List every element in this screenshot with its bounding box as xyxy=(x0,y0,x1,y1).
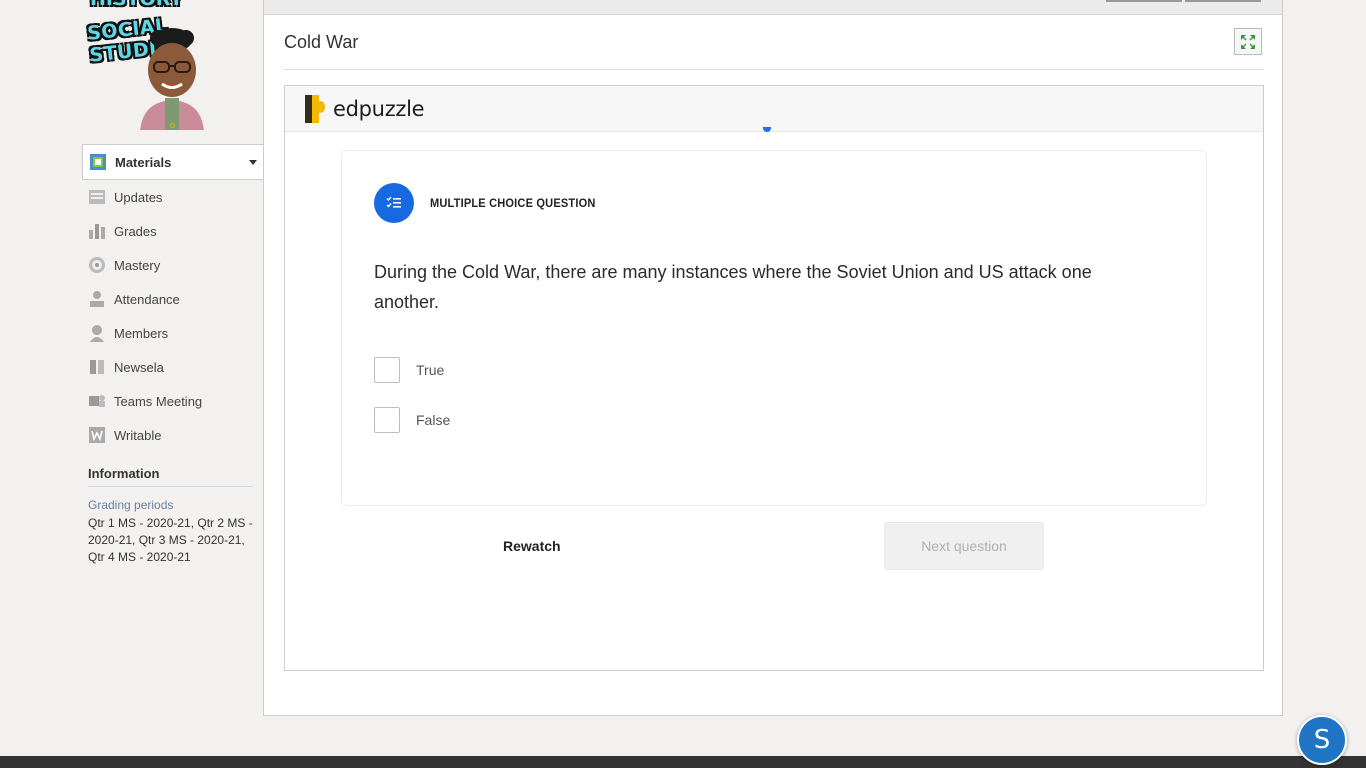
page-title: Cold War xyxy=(284,32,359,52)
question-type-badge xyxy=(374,183,414,223)
next-question-button[interactable]: Next question xyxy=(884,522,1044,570)
sidebar-item-grades[interactable]: Grades xyxy=(82,214,264,248)
sidebar-item-label: Members xyxy=(114,325,169,341)
information-title: Information xyxy=(88,466,253,487)
puzzle-icon xyxy=(305,95,325,123)
sidebar-item-teams[interactable]: Teams Meeting xyxy=(82,384,264,418)
question-type-label: MULTIPLE CHOICE QUESTION xyxy=(430,196,596,210)
sidebar-item-label: Grades xyxy=(114,223,157,239)
option-checkbox[interactable] xyxy=(374,357,400,383)
sidebar-item-label: Updates xyxy=(114,189,163,205)
sidebar-item-attendance[interactable]: Attendance xyxy=(82,282,264,316)
grading-periods-value: Qtr 1 MS - 2020-21, Qtr 2 MS - 2020-21, … xyxy=(88,516,253,564)
fullscreen-button[interactable] xyxy=(1234,28,1262,55)
checklist-icon xyxy=(386,196,401,208)
sidebar-item-mastery[interactable]: Mastery xyxy=(82,248,264,282)
sidebar-item-materials[interactable]: Materials xyxy=(82,144,264,180)
sidebar-item-updates[interactable]: Updates xyxy=(82,180,264,214)
logo-text-top: HISTORY xyxy=(90,0,183,10)
teams-icon xyxy=(89,395,105,407)
edpuzzle-header: edpuzzle xyxy=(285,86,1263,132)
mastery-icon xyxy=(89,257,105,273)
avatar-illustration xyxy=(140,28,204,130)
top-button-stub[interactable] xyxy=(1185,0,1261,2)
attendance-icon xyxy=(90,291,104,307)
top-button-stub[interactable] xyxy=(1106,0,1182,2)
sidebar-item-label: Newsela xyxy=(114,359,164,375)
edpuzzle-logo: edpuzzle xyxy=(301,93,425,125)
edpuzzle-wordmark: edpuzzle xyxy=(333,97,425,121)
progress-marker xyxy=(763,127,771,132)
main-panel: Cold War edpuzzle MULTIPLE CHOICE QUESTI… xyxy=(263,0,1283,716)
answer-option-false[interactable]: False xyxy=(374,407,450,433)
option-label: True xyxy=(416,362,445,378)
sidebar-item-label: Materials xyxy=(115,154,172,170)
answer-option-true[interactable]: True xyxy=(374,357,444,383)
top-strip xyxy=(264,0,1282,15)
course-logo: HISTORY SOCIAL STUDIES xyxy=(84,0,262,130)
sidebar-item-writable[interactable]: Writable xyxy=(82,418,264,452)
chevron-down-icon[interactable] xyxy=(249,160,257,165)
chat-launcher-button[interactable]: S xyxy=(1297,715,1347,765)
updates-icon xyxy=(89,190,105,204)
question-card: MULTIPLE CHOICE QUESTION During the Cold… xyxy=(341,150,1207,506)
course-nav: Materials Updates Grades Mastery Attenda… xyxy=(82,144,264,452)
option-label: False xyxy=(416,412,451,428)
grading-periods-label: Grading periods xyxy=(88,498,174,512)
sidebar-item-label: Writable xyxy=(114,427,162,443)
sidebar-item-label: Attendance xyxy=(114,291,180,307)
edpuzzle-embed: edpuzzle MULTIPLE CHOICE QUESTION During… xyxy=(284,85,1264,671)
newsela-icon xyxy=(90,360,104,374)
rewatch-button[interactable]: Rewatch xyxy=(503,538,561,554)
writable-icon xyxy=(89,427,105,443)
sidebar-item-label: Mastery xyxy=(114,257,161,273)
page-footer xyxy=(0,756,1366,768)
decorative-dot xyxy=(170,123,175,128)
title-divider xyxy=(284,69,1264,70)
option-checkbox[interactable] xyxy=(374,407,400,433)
grades-icon xyxy=(89,224,105,239)
materials-icon xyxy=(90,154,106,170)
question-text: During the Cold War, there are many inst… xyxy=(374,262,1092,312)
sidebar-item-newsela[interactable]: Newsela xyxy=(82,350,264,384)
sidebar-item-label: Teams Meeting xyxy=(114,393,203,409)
expand-icon xyxy=(1241,34,1255,49)
members-icon xyxy=(90,325,104,342)
sidebar-item-members[interactable]: Members xyxy=(82,316,264,350)
information-panel: Information Grading periods Qtr 1 MS - 2… xyxy=(88,466,253,566)
